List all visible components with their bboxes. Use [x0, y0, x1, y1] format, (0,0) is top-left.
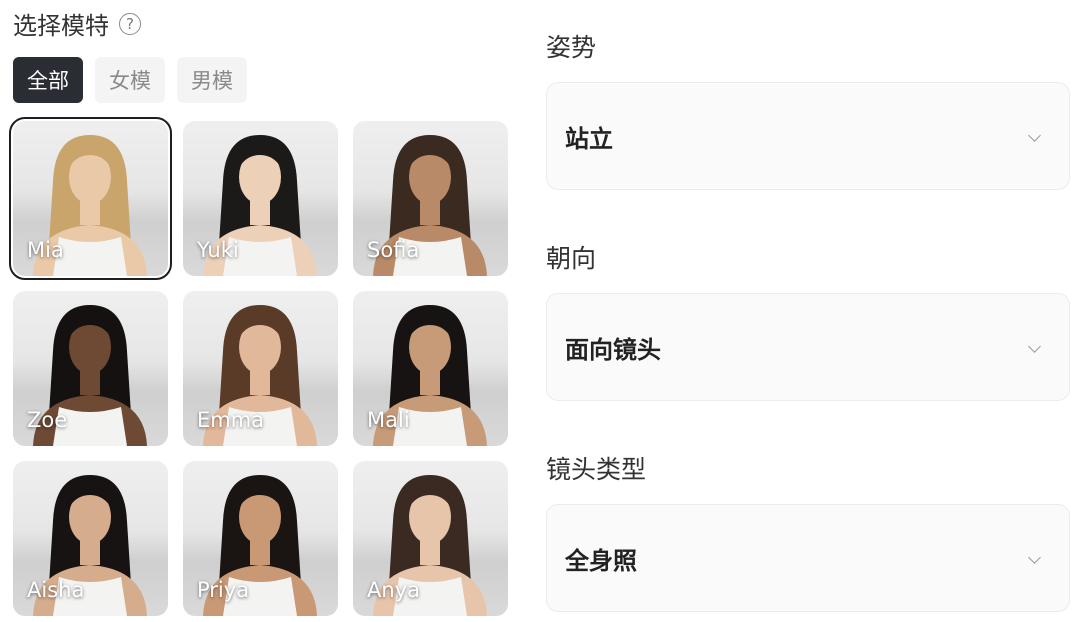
chevron-down-icon	[1028, 340, 1041, 353]
model-name: Mali	[367, 408, 410, 432]
orientation-field: 朝向 面向镜头	[546, 239, 1070, 401]
model-card-sofia[interactable]: Sofia	[353, 121, 508, 276]
tab-female[interactable]: 女模	[95, 57, 165, 103]
orientation-label: 朝向	[546, 244, 597, 273]
model-name: Aisha	[27, 578, 85, 602]
tab-female-label: 女模	[109, 69, 151, 93]
shot-type-value: 全身照	[565, 546, 637, 575]
question-circle-icon[interactable]: ?	[119, 12, 141, 35]
shot-type-label: 镜头类型	[546, 455, 647, 484]
chevron-down-icon	[1028, 551, 1041, 564]
model-filter-tabs: 全部 女模 男模	[13, 57, 247, 103]
orientation-value: 面向镜头	[565, 335, 661, 364]
chevron-down-icon	[1028, 129, 1041, 142]
model-name: Priya	[197, 578, 250, 602]
tab-male[interactable]: 男模	[177, 57, 247, 103]
model-card-mia[interactable]: Mia	[9, 117, 172, 280]
model-name: Zoe	[27, 408, 68, 432]
model-selector-title-text: 选择模特	[13, 12, 109, 40]
model-name: Anya	[367, 578, 420, 602]
model-grid: Mia Yuki Sofia Zoe Emma Mali Aisha Priya…	[9, 117, 508, 616]
tab-all[interactable]: 全部	[13, 57, 83, 103]
pose-value: 站立	[565, 124, 613, 153]
model-card-aisha[interactable]: Aisha	[13, 461, 168, 616]
tab-all-label: 全部	[27, 69, 69, 93]
model-card-emma[interactable]: Emma	[183, 291, 338, 446]
pose-label: 姿势	[546, 33, 597, 62]
orientation-select[interactable]: 面向镜头	[546, 293, 1070, 401]
shot-type-field: 镜头类型 全身照	[546, 450, 1070, 612]
shot-type-select[interactable]: 全身照	[546, 504, 1070, 612]
model-name: Mia	[27, 238, 64, 262]
model-name: Sofia	[367, 238, 420, 262]
model-card-yuki[interactable]: Yuki	[183, 121, 338, 276]
pose-field: 姿势 站立	[546, 28, 1070, 190]
tab-male-label: 男模	[191, 69, 233, 93]
model-card-mali[interactable]: Mali	[353, 291, 508, 446]
model-name: Emma	[197, 408, 265, 432]
model-card-anya[interactable]: Anya	[353, 461, 508, 616]
model-card-priya[interactable]: Priya	[183, 461, 338, 616]
pose-select[interactable]: 站立	[546, 82, 1070, 190]
model-card-zoe[interactable]: Zoe	[13, 291, 168, 446]
model-name: Yuki	[197, 238, 239, 262]
model-selector-title: 选择模特 ?	[13, 6, 141, 41]
